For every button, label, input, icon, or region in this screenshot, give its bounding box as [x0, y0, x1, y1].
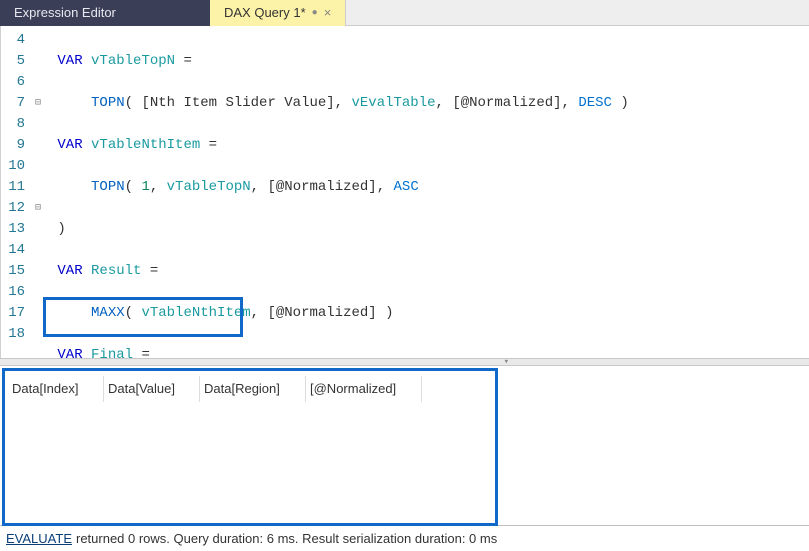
line-number: 13: [3, 219, 25, 240]
keyword: VAR: [57, 347, 82, 358]
column-header[interactable]: Data[Region]: [200, 376, 306, 402]
column-header[interactable]: Data[Index]: [8, 376, 104, 402]
variable: vEvalTable: [351, 95, 435, 111]
table-header-row: Data[Index] Data[Value] Data[Region] [@N…: [8, 376, 801, 402]
function: TOPN: [91, 179, 125, 195]
variable: Result: [91, 263, 141, 279]
measure-ref: [@Normalized]: [452, 95, 561, 111]
code-area[interactable]: VAR vTableTopN = TOPN( [Nth Item Slider …: [45, 26, 809, 358]
line-number: 15: [3, 261, 25, 282]
line-number: 18: [3, 324, 25, 345]
line-number: 7: [3, 93, 25, 114]
tab-dax-query[interactable]: DAX Query 1* ● ×: [210, 0, 346, 26]
variable: vTableNthItem: [91, 137, 200, 153]
column-header[interactable]: [@Normalized]: [306, 376, 422, 402]
operator: =: [141, 347, 149, 358]
tab-label: DAX Query 1*: [224, 4, 306, 22]
evaluate-link[interactable]: EVALUATE: [6, 531, 72, 546]
fold-icon[interactable]: ⊟: [31, 93, 45, 114]
line-number: 6: [3, 72, 25, 93]
keyword: ASC: [394, 179, 419, 195]
line-number: 5: [3, 51, 25, 72]
fold-icon[interactable]: ⊟: [31, 198, 45, 219]
line-number: 12: [3, 198, 25, 219]
line-number: 11: [3, 177, 25, 198]
tab-label: Expression Editor: [14, 4, 116, 22]
tab-bar: Expression Editor DAX Query 1* ● ×: [0, 0, 809, 26]
results-pane: Data[Index] Data[Value] Data[Region] [@N…: [0, 366, 809, 525]
operator: =: [183, 53, 191, 69]
line-number: 17: [3, 303, 25, 324]
line-number: 8: [3, 114, 25, 135]
line-number: 16: [3, 282, 25, 303]
line-number: 10: [3, 156, 25, 177]
fold-gutter: ⊟ ⊟: [31, 26, 45, 358]
keyword: VAR: [57, 137, 82, 153]
function: MAXX: [91, 305, 125, 321]
column-header[interactable]: Data[Value]: [104, 376, 200, 402]
line-number-gutter: 4 5 6 7 8 9 10 11 12 13 14 15 16 17 18: [1, 26, 31, 358]
tab-expression-editor[interactable]: Expression Editor: [0, 0, 210, 26]
dirty-indicator: ●: [312, 4, 318, 22]
variable: Final: [91, 347, 133, 358]
operator: =: [150, 263, 158, 279]
operator: =: [209, 137, 217, 153]
line-number: 9: [3, 135, 25, 156]
close-icon[interactable]: ×: [324, 4, 332, 22]
measure-ref: [@Normalized]: [267, 305, 376, 321]
status-bar: EVALUATE returned 0 rows. Query duration…: [0, 525, 809, 551]
variable: vTableTopN: [167, 179, 251, 195]
results-table: Data[Index] Data[Value] Data[Region] [@N…: [8, 376, 801, 402]
variable: vTableTopN: [91, 53, 175, 69]
measure-ref: [Nth Item Slider Value]: [141, 95, 334, 111]
line-number: 14: [3, 240, 25, 261]
code-editor[interactable]: 4 5 6 7 8 9 10 11 12 13 14 15 16 17 18 ⊟…: [0, 26, 809, 358]
number: 1: [141, 179, 149, 195]
function: TOPN: [91, 95, 125, 111]
keyword: VAR: [57, 53, 82, 69]
line-number: 4: [3, 30, 25, 51]
keyword: VAR: [57, 263, 82, 279]
splitter[interactable]: ▾: [0, 358, 809, 366]
keyword: DESC: [578, 95, 612, 111]
measure-ref: [@Normalized]: [267, 179, 376, 195]
status-text: returned 0 rows. Query duration: 6 ms. R…: [76, 531, 497, 546]
variable: vTableNthItem: [141, 305, 250, 321]
